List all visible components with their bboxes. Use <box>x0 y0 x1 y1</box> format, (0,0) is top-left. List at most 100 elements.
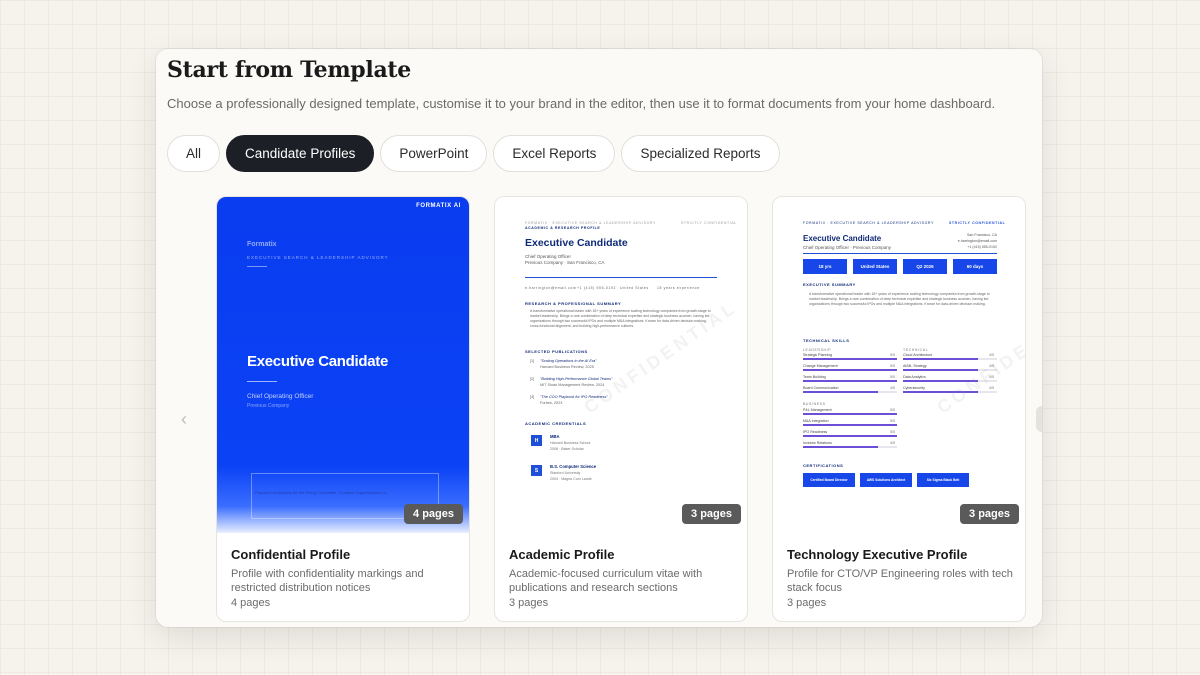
preview-role: Chief Operating Officer <box>525 254 571 259</box>
skill-bar-fill <box>803 413 897 415</box>
pub-venue: MIT Sloan Management Review, 2024 <box>540 383 605 387</box>
tab-all[interactable]: All <box>167 135 221 172</box>
certification-chip: AWS Solutions Architect <box>860 473 912 487</box>
card-title: Confidential Profile <box>231 547 351 562</box>
formatix-logo: FORMATIX AI <box>416 203 461 209</box>
section-heading: EXECUTIVE SUMMARY <box>803 282 856 287</box>
tab-powerpoint[interactable]: PowerPoint <box>380 135 488 172</box>
skill-name: M&A Integration <box>803 419 829 423</box>
skill-score: 5/5 <box>890 375 895 379</box>
skill-name: Change Management <box>803 364 838 368</box>
skill-score: 5/5 <box>890 353 895 357</box>
pub-title: "Scaling Operations in the AI Era" <box>540 359 597 363</box>
preview-phone: +1 (415) 555-0192 <box>577 286 617 290</box>
preview-years: 18 years experience <box>657 286 700 290</box>
pub-number: [3] <box>530 395 535 399</box>
preview-confidential: STRICTLY CONFIDENTIAL <box>949 221 1006 225</box>
page-count-badge: 4 pages <box>404 504 463 524</box>
preview-confidential: STRICTLY CONFIDENTIAL <box>681 221 737 225</box>
skill-score: 5/5 <box>890 430 895 434</box>
skill-bar-fill <box>903 369 979 371</box>
skill-bar <box>803 358 897 360</box>
harvard-icon: H <box>531 435 542 446</box>
skill-score: 5/5 <box>890 364 895 368</box>
skill-bar <box>803 413 897 415</box>
preview-kind: ACADEMIC & RESEARCH PROFILE <box>525 226 601 230</box>
stanford-icon: S <box>531 465 542 476</box>
preview-name: Executive Candidate <box>803 234 882 243</box>
template-card-confidential[interactable]: FORMATIX AI Formatix EXECUTIVE SEARCH & … <box>216 196 470 622</box>
preview-name: Executive Candidate <box>247 353 389 370</box>
preview-header: FORMATIX · EXECUTIVE SEARCH & LEADERSHIP… <box>803 221 934 225</box>
skill-bar <box>803 391 897 393</box>
skill-bar <box>803 435 897 437</box>
skill-score: 4/5 <box>890 386 895 390</box>
skill-name: P&L Management <box>803 408 832 412</box>
chevron-left-icon[interactable]: ‹ <box>174 408 194 430</box>
card-description: Academic-focused curriculum vitae with p… <box>509 568 703 594</box>
card-description: Profile with confidentiality markings an… <box>231 568 424 594</box>
skill-name: Data Analytics <box>903 375 926 379</box>
page-count-badge: 3 pages <box>682 504 741 524</box>
preview-email: e.harrington@email.com <box>525 286 577 290</box>
certification-chip: Certified Board Director <box>803 473 855 487</box>
credential-detail: 2004 · Magna Cum Laude <box>550 477 592 481</box>
skill-name: Investor Relations <box>803 441 832 445</box>
section-heading: ACADEMIC CREDENTIALS <box>525 421 587 426</box>
credential-title: MBA <box>550 434 560 439</box>
credential-title: B.S. Computer Science <box>550 464 597 469</box>
template-modal: Start from Template Choose a professiona… <box>156 49 1042 627</box>
template-preview: FORMATIX AI Formatix EXECUTIVE SEARCH & … <box>217 197 469 533</box>
template-card-technology[interactable]: FORMATIX · EXECUTIVE SEARCH & LEADERSHIP… <box>772 196 1026 622</box>
skill-name: IPO Readiness <box>803 430 828 434</box>
category-tabs: All Candidate Profiles PowerPoint Excel … <box>167 135 780 172</box>
skill-bar-fill <box>803 424 897 426</box>
preview-header: FORMATIX · EXECUTIVE SEARCH & LEADERSHIP… <box>525 221 656 225</box>
skill-bar <box>803 380 897 382</box>
skill-bar-fill <box>903 358 979 360</box>
card-title: Technology Executive Profile <box>787 547 968 562</box>
modal-subtitle: Choose a professionally designed templat… <box>167 96 996 111</box>
pub-venue: Harvard Business Review, 2025 <box>540 365 594 369</box>
preview-email: e.harrington@email.com <box>957 239 997 243</box>
template-card-academic[interactable]: FORMATIX · EXECUTIVE SEARCH & LEADERSHIP… <box>494 196 748 622</box>
tab-excel-reports[interactable]: Excel Reports <box>493 135 616 172</box>
credential-school: Stanford University <box>550 471 581 475</box>
skill-bar-fill <box>803 358 897 360</box>
preview-previous-company: Previous Company · San Francisco, CA <box>525 260 605 265</box>
pub-title: "Building High-Performance Global Teams" <box>540 377 613 381</box>
preview-role: Chief Operating Officer · Previous Compa… <box>803 245 891 250</box>
stat-notice: 60 days <box>953 259 997 274</box>
modal-title: Start from Template <box>167 57 411 83</box>
carousel-next-handle[interactable] <box>1036 406 1042 432</box>
skill-name: Cybersecurity <box>903 386 925 390</box>
stat-years: 18 yrs <box>803 259 847 274</box>
skill-bar <box>803 446 897 448</box>
skill-score: 4/5 <box>989 353 994 357</box>
preview-summary: A transformative operational leader with… <box>809 292 990 306</box>
preview-brand-sub: EXECUTIVE SEARCH & LEADERSHIP ADVISORY <box>247 255 389 260</box>
section-heading: RESEARCH & PROFESSIONAL SUMMARY <box>525 301 622 306</box>
section-heading: SELECTED PUBLICATIONS <box>525 349 588 354</box>
skill-bar-fill <box>803 380 897 382</box>
preview-location: San Francisco, CA <box>967 233 997 237</box>
certification-chip: Six Sigma Black Belt <box>917 473 969 487</box>
card-page-count: 3 pages <box>787 597 827 609</box>
stat-country: United States <box>853 259 897 274</box>
skill-bar <box>803 369 897 371</box>
template-preview: FORMATIX · EXECUTIVE SEARCH & LEADERSHIP… <box>773 197 1025 533</box>
credential-school: Harvard Business School <box>550 441 591 445</box>
preview-brand: Formatix <box>247 241 277 248</box>
divider <box>247 266 267 267</box>
preview-name: Executive Candidate <box>525 237 628 249</box>
preview-role: Chief Operating Officer <box>247 393 314 400</box>
card-page-count: 3 pages <box>509 597 549 609</box>
skill-name: Team Building <box>803 375 826 379</box>
tab-specialized-reports[interactable]: Specialized Reports <box>621 135 780 172</box>
card-description: Profile for CTO/VP Engineering roles wit… <box>787 568 1013 594</box>
preview-previous-company: Previous Company <box>247 403 290 409</box>
skill-bar-fill <box>803 446 879 448</box>
preview-country: United States <box>620 286 649 290</box>
pub-number: [1] <box>530 359 535 363</box>
tab-candidate-profiles[interactable]: Candidate Profiles <box>226 135 375 172</box>
